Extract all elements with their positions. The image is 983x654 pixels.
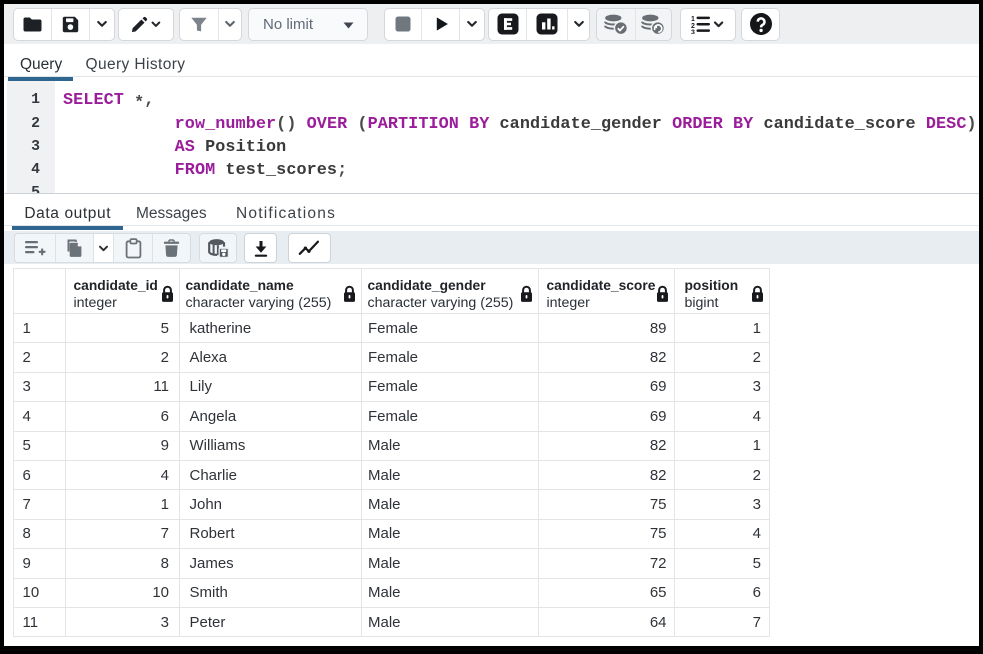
svg-text:3: 3 (691, 30, 695, 35)
